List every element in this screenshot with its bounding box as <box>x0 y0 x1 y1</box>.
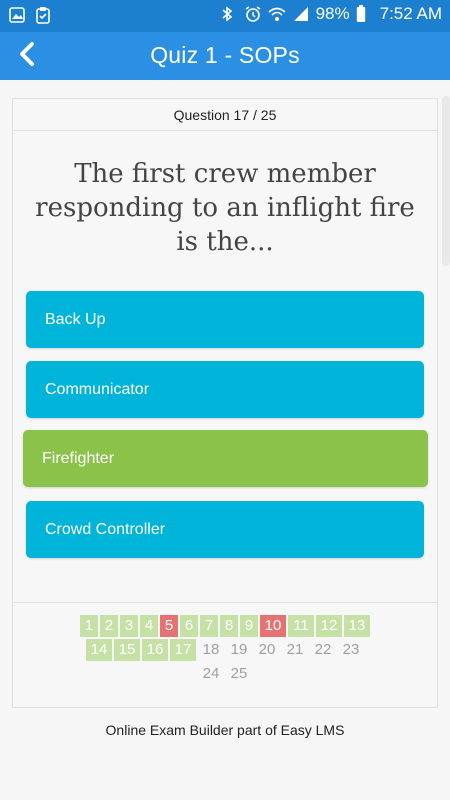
question-number[interactable]: 22 <box>310 639 336 661</box>
question-number[interactable]: 8 <box>220 615 238 637</box>
question-number[interactable]: 15 <box>114 639 140 661</box>
page-title: Quiz 1 - SOPs <box>150 42 300 68</box>
answer-crowd-controller[interactable]: Crowd Controller <box>26 501 424 558</box>
question-number[interactable]: 21 <box>282 639 308 661</box>
question-counter: Question 17 / 25 <box>13 99 437 131</box>
question-number[interactable]: 18 <box>198 639 224 661</box>
status-bar: 98% 7:52 AM <box>0 0 450 32</box>
answer-communicator[interactable]: Communicator <box>26 361 424 418</box>
app-bar: Quiz 1 - SOPs <box>0 32 450 80</box>
question-number[interactable]: 2 <box>100 615 118 637</box>
question-number[interactable]: 5 <box>160 615 178 637</box>
question-number[interactable]: 19 <box>226 639 252 661</box>
clipboard-notification-icon <box>34 6 52 24</box>
nav-row-1: 1 2 3 4 5 6 7 8 9 10 11 12 13 <box>13 615 437 637</box>
question-number[interactable]: 4 <box>140 615 158 637</box>
question-number[interactable]: 1 <box>80 615 98 637</box>
question-number[interactable]: 12 <box>316 615 342 637</box>
nav-row-2: 14 15 16 17 18 19 20 21 22 23 <box>13 639 437 661</box>
question-number[interactable]: 24 <box>198 663 224 685</box>
question-number[interactable]: 17 <box>170 639 196 661</box>
quiz-card: Question 17 / 25 The first crew member r… <box>12 98 438 708</box>
image-notification-icon <box>8 6 26 24</box>
answer-firefighter[interactable]: Firefighter <box>23 430 428 487</box>
wifi-icon <box>268 5 286 23</box>
question-number[interactable]: 10 <box>260 615 286 637</box>
bluetooth-icon <box>220 5 238 23</box>
footer-text: Online Exam Builder part of Easy LMS <box>105 722 345 738</box>
alarm-icon <box>244 5 262 23</box>
card-divider <box>13 602 437 603</box>
question-number[interactable]: 23 <box>338 639 364 661</box>
question-number[interactable]: 20 <box>254 639 280 661</box>
battery-icon <box>356 5 374 23</box>
question-navigator: 1 2 3 4 5 6 7 8 9 10 11 12 13 14 15 16 1… <box>13 615 437 687</box>
nav-row-3: 24 25 <box>13 663 437 685</box>
question-number[interactable]: 7 <box>200 615 218 637</box>
question-number[interactable]: 16 <box>142 639 168 661</box>
battery-percent: 98% <box>315 4 350 23</box>
question-number[interactable]: 25 <box>226 663 252 685</box>
question-number[interactable]: 6 <box>180 615 198 637</box>
question-number[interactable]: 3 <box>120 615 138 637</box>
status-right: 98% 7:52 AM <box>220 4 442 24</box>
question-number[interactable]: 9 <box>240 615 258 637</box>
scrollbar[interactable] <box>442 96 450 266</box>
clock: 7:52 AM <box>379 4 442 23</box>
question-number[interactable]: 14 <box>86 639 112 661</box>
answer-back-up[interactable]: Back Up <box>26 291 424 348</box>
question-number[interactable]: 11 <box>288 615 314 637</box>
question-number[interactable]: 13 <box>344 615 370 637</box>
signal-icon <box>292 5 310 23</box>
question-text: The first crew member responding to an i… <box>35 159 415 257</box>
status-left <box>8 6 52 24</box>
